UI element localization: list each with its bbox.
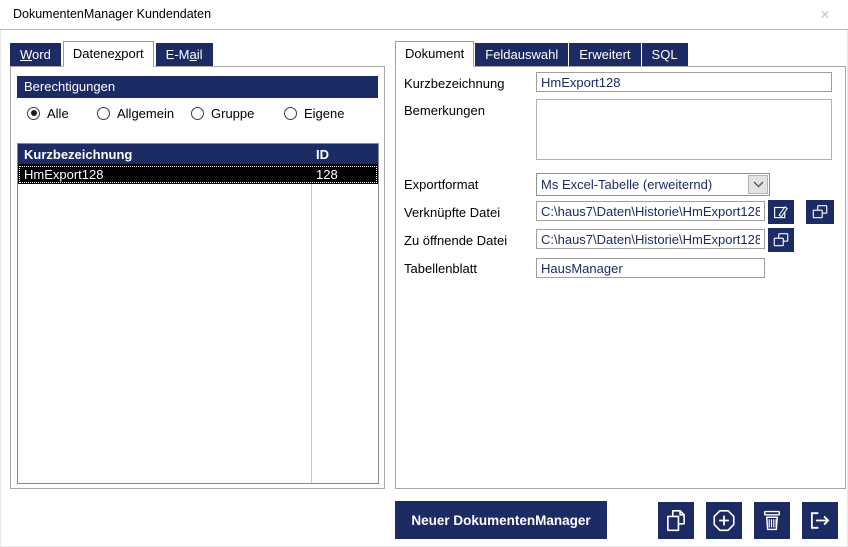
tab-email[interactable]: E-Mail <box>156 43 213 66</box>
tab-dokument[interactable]: Dokument <box>395 41 474 67</box>
tabellenblatt-input[interactable] <box>536 258 765 278</box>
trash-icon <box>759 507 785 534</box>
radio-alle-circle <box>27 107 40 120</box>
verknuepfte-datei-input[interactable] <box>536 201 765 221</box>
delete-button[interactable] <box>754 502 790 539</box>
tab-datenexport[interactable]: Datenexport <box>63 41 154 67</box>
edit-pencil-icon <box>772 203 790 221</box>
permissions-header: Berechtigungen <box>17 76 378 98</box>
tab-feldauswahl[interactable]: Feldauswahl <box>475 43 568 66</box>
add-icon <box>711 507 737 534</box>
right-tab-strip: Dokument Feldauswahl Erweitert SQL <box>395 41 689 66</box>
radio-alle-label: Alle <box>47 106 69 121</box>
column-kurzbezeichnung[interactable]: Kurzbezeichnung <box>18 144 312 164</box>
export-list: Kurzbezeichnung ID HmExport128 128 <box>17 143 379 484</box>
dokumentenmanager-dialog: { "window": { "title": "DokumentenManage… <box>0 0 848 547</box>
verknuepfte-datei-label: Verknüpfte Datei <box>404 205 500 220</box>
kurzbezeichnung-input[interactable] <box>536 72 832 92</box>
row-kurzbezeichnung: HmExport128 <box>18 165 312 184</box>
radio-gruppe[interactable]: Gruppe <box>191 105 254 121</box>
dokument-panel: Kurzbezeichnung Bemerkungen Exportformat… <box>395 66 846 489</box>
radio-allgemein[interactable]: Allgemein <box>97 105 174 121</box>
add-button[interactable] <box>706 502 742 539</box>
new-dokumentenmanager-button[interactable]: Neuer DokumentenManager <box>395 501 607 539</box>
zu-oeffnende-datei-input[interactable] <box>536 229 765 249</box>
folder-icon <box>772 232 790 248</box>
row-id: 128 <box>312 165 378 184</box>
browse-open-file-button[interactable] <box>768 228 794 252</box>
list-empty-area[interactable] <box>18 184 378 483</box>
table-row[interactable]: HmExport128 128 <box>18 165 378 184</box>
exportformat-dropdown[interactable]: Ms Excel-Tabelle (erweiternd) <box>536 173 770 196</box>
chevron-down-icon[interactable] <box>748 175 768 194</box>
copy-button[interactable] <box>658 502 694 539</box>
exportformat-label: Exportformat <box>404 177 478 192</box>
kurzbezeichnung-label: Kurzbezeichnung <box>404 76 504 91</box>
copy-icon <box>663 507 689 534</box>
exportformat-value: Ms Excel-Tabelle (erweiternd) <box>537 174 747 195</box>
left-tab-strip: Word Datenexport E-Mail <box>10 41 215 66</box>
radio-eigene-label: Eigene <box>304 106 344 121</box>
radio-allgemein-circle <box>97 107 110 120</box>
radio-alle[interactable]: Alle <box>27 105 69 121</box>
browse-linked-file-button[interactable] <box>806 200 834 224</box>
zu-oeffnende-datei-label: Zu öffnende Datei <box>404 233 507 248</box>
tab-erweitert[interactable]: Erweitert <box>569 43 640 66</box>
tab-word[interactable]: Word <box>10 43 61 66</box>
radio-gruppe-label: Gruppe <box>211 106 254 121</box>
radio-eigene-circle <box>284 107 297 120</box>
tabellenblatt-label: Tabellenblatt <box>404 261 477 276</box>
bemerkungen-textarea[interactable] <box>536 99 832 160</box>
edit-file-button[interactable] <box>768 200 794 224</box>
column-id[interactable]: ID <box>312 144 378 164</box>
folder-icon <box>811 204 829 220</box>
bemerkungen-label: Bemerkungen <box>404 103 485 118</box>
title-bar: DokumentenManager Kundendaten × <box>0 0 848 29</box>
close-icon[interactable]: × <box>814 4 836 26</box>
exit-arrow-icon <box>807 507 833 534</box>
radio-eigene[interactable]: Eigene <box>284 105 344 121</box>
tab-sql[interactable]: SQL <box>642 43 688 66</box>
radio-allgemein-label: Allgemein <box>117 106 174 121</box>
title-divider <box>0 29 848 30</box>
radio-gruppe-circle <box>191 107 204 120</box>
list-header[interactable]: Kurzbezeichnung ID <box>18 144 378 165</box>
datenexport-panel: Berechtigungen Alle Allgemein Gruppe Eig… <box>10 66 385 489</box>
column-divider <box>311 184 312 483</box>
exit-button[interactable] <box>802 502 838 539</box>
window-title: DokumentenManager Kundendaten <box>13 7 211 21</box>
